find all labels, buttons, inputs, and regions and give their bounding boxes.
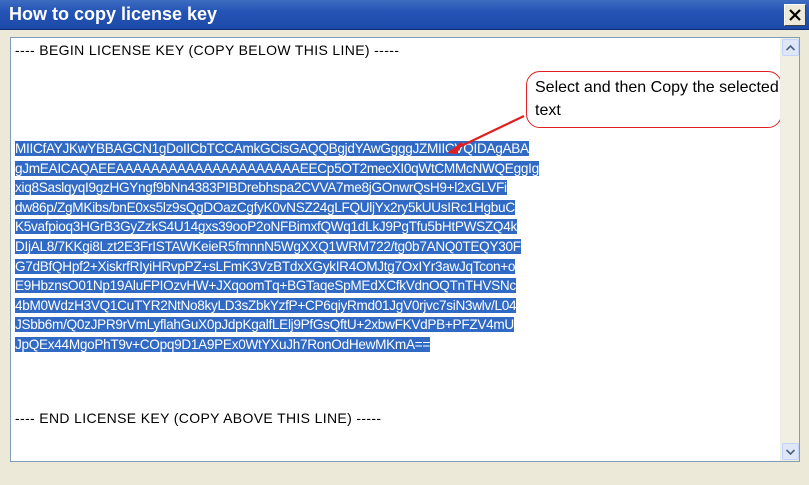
- license-key-line-text: K5vafpioq3HGrB3GyZzkS4U14gxs39ooP2oNFBim…: [15, 219, 517, 235]
- license-key-line[interactable]: E9HbznsO01Np19AluFPIOzvHW+JXqoomTq+BGTaq…: [15, 276, 769, 296]
- license-key-line[interactable]: xiq8SaslqyqI9gzHGYngf9bNn4383PIBDrebhspa…: [15, 178, 769, 198]
- license-key-line[interactable]: K5vafpioq3HGrB3GyZzkS4U14gxs39ooP2oNFBim…: [15, 217, 769, 237]
- vertical-scrollbar[interactable]: [780, 38, 799, 461]
- license-key-line-text: JSbb6m/Q0zJPR9rVmLyflahGuX0pJdpKgalfLElj…: [15, 317, 514, 333]
- callout-text: Select and then Copy the selected text: [535, 79, 779, 119]
- dialog-bottom-bar: [10, 462, 800, 480]
- license-key-line-text: dw86p/ZgMKibs/bnE0xs5lz9sQgDOazCgfyK0vNS…: [15, 199, 515, 215]
- license-key-line-text: DIjAL8/7KKgi8Lzt2E3FrISTAWKeieR5fmnnN5Wg…: [15, 238, 521, 254]
- scroll-up-button[interactable]: [782, 39, 799, 56]
- license-key-line-text: xiq8SaslqyqI9gzHGYngf9bNn4383PIBDrebhspa…: [15, 180, 507, 196]
- license-key-line[interactable]: MIICfAYJKwYBBAGCN1gDoIICbTCCAmkGCisGAQQB…: [15, 139, 769, 159]
- license-key-line-text: 4bM0WdzH3VQ1CuTYR2NtNo8kyLD3sZbkYzfP+CP6…: [15, 297, 517, 313]
- license-key-line-text: gJmEAICAQAEEAAAAAAAAAAAAAAAAAAAAAEECp5OT…: [15, 160, 539, 176]
- license-key-line[interactable]: 4bM0WdzH3VQ1CuTYR2NtNo8kyLD3sZbkYzfP+CP6…: [15, 296, 769, 316]
- license-key-line[interactable]: gJmEAICAQAEEAAAAAAAAAAAAAAAAAAAAAEECp5OT…: [15, 159, 769, 179]
- license-key-line-text: JpQEx44MgoPhT9v+COpq9D1A9PEx0WtYXuJh7Ron…: [15, 336, 430, 352]
- license-key-selection[interactable]: MIICfAYJKwYBBAGCN1gDoIICbTCCAmkGCisGAQQB…: [15, 139, 769, 355]
- window-title: How to copy license key: [9, 4, 218, 24]
- instruction-callout: Select and then Copy the selected text: [526, 71, 782, 128]
- end-license-line: ---- END LICENSE KEY (COPY ABOVE THIS LI…: [15, 410, 382, 426]
- close-button[interactable]: [784, 4, 806, 26]
- license-key-line-text: G7dBfQHpf2+XiskrfRIyiHRvpPZ+sLFmK3VzBTdx…: [15, 258, 516, 274]
- license-key-line[interactable]: JSbb6m/Q0zJPR9rVmLyflahGuX0pJdpKgalfLElj…: [15, 315, 769, 335]
- license-text-area[interactable]: ---- BEGIN LICENSE KEY (COPY BELOW THIS …: [11, 38, 782, 461]
- begin-license-line: ---- BEGIN LICENSE KEY (COPY BELOW THIS …: [15, 42, 400, 58]
- license-key-panel: ---- BEGIN LICENSE KEY (COPY BELOW THIS …: [10, 37, 800, 462]
- license-key-line[interactable]: G7dBfQHpf2+XiskrfRIyiHRvpPZ+sLFmK3VzBTdx…: [15, 257, 769, 277]
- license-key-line[interactable]: DIjAL8/7KKgi8Lzt2E3FrISTAWKeieR5fmnnN5Wg…: [15, 237, 769, 257]
- close-icon: [789, 9, 801, 21]
- license-key-line[interactable]: JpQEx44MgoPhT9v+COpq9D1A9PEx0WtYXuJh7Ron…: [15, 335, 769, 355]
- scroll-up-icon: [786, 44, 795, 51]
- license-key-line-text: E9HbznsO01Np19AluFPIOzvHW+JXqoomTq+BGTaq…: [15, 278, 516, 294]
- scroll-down-button[interactable]: [782, 443, 799, 460]
- license-key-line-text: MIICfAYJKwYBBAGCN1gDoIICbTCCAmkGCisGAQQB…: [15, 141, 529, 156]
- scroll-down-icon: [786, 448, 795, 455]
- title-bar[interactable]: How to copy license key: [0, 0, 809, 30]
- license-key-line[interactable]: dw86p/ZgMKibs/bnE0xs5lz9sQgDOazCgfyK0vNS…: [15, 198, 769, 218]
